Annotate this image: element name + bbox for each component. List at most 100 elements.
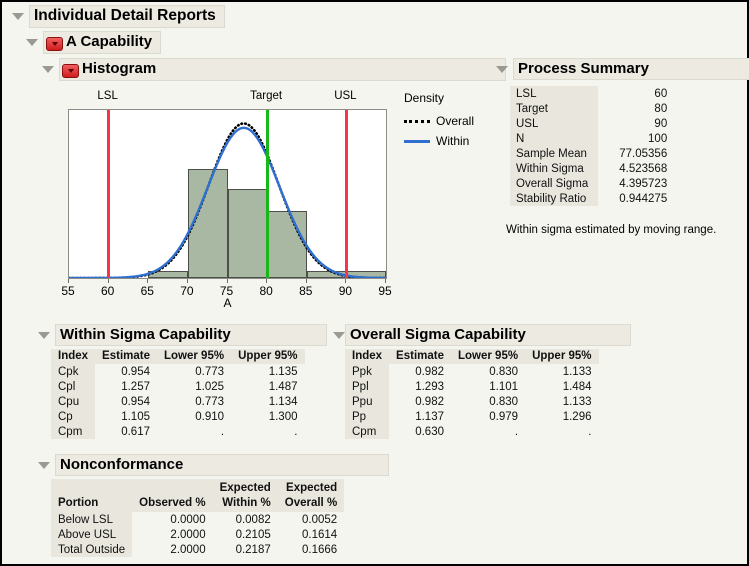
disclosure-triangle-icon[interactable]	[38, 331, 50, 339]
page-title: Individual Detail Reports	[29, 5, 225, 28]
index-cell: Ppk	[345, 364, 390, 380]
reference-line-target	[265, 110, 269, 278]
reference-label-lsl: LSL	[97, 90, 118, 102]
section-a-capability[interactable]: A Capability	[26, 31, 162, 54]
legend-label-overall: Overall	[436, 114, 475, 128]
axis-tick	[226, 279, 228, 283]
axis-tick	[107, 279, 109, 283]
process-summary-label-cell: Overall Sigma	[510, 176, 599, 191]
disclosure-triangle-icon[interactable]	[38, 461, 50, 469]
red-triangle-menu-icon[interactable]	[62, 64, 79, 78]
table-row: Pp 1.137 0.979 1.296	[345, 409, 599, 425]
process-summary-label-cell: N	[510, 131, 599, 146]
process-summary-label-cell: LSL	[510, 86, 599, 101]
value-cell: 0.830	[489, 365, 519, 378]
value-cell: 0.2105	[235, 528, 271, 541]
histogram-chart: LSL Target USL 55 60 65 70 75 80 85 90 95 A	[52, 86, 397, 310]
value-cell: 1.025	[195, 380, 225, 393]
process-summary-label: Process Summary	[513, 58, 749, 81]
value-cell: 0.2187	[235, 543, 271, 556]
index-cell: Cp	[51, 409, 96, 425]
value-cell: 0.982	[415, 395, 444, 408]
column-header: Within %	[212, 496, 278, 513]
value-cell: 0.773	[195, 365, 225, 378]
value-cell: 0.954	[121, 365, 150, 378]
index-cell: Cpm	[51, 424, 96, 440]
value-cell: 0.773	[195, 395, 225, 408]
nonconformance-title-row[interactable]: Nonconformance	[38, 454, 389, 477]
process-summary-label-cell: USL	[510, 116, 599, 131]
disclosure-triangle-icon[interactable]	[26, 39, 38, 46]
a-capability-label: A Capability	[66, 33, 153, 50]
column-header: Estimate	[389, 349, 451, 365]
section-process-summary[interactable]: Process Summary	[496, 58, 749, 81]
process-summary-value-cell: 4.523568	[619, 162, 668, 175]
value-cell: 1.257	[121, 380, 150, 393]
column-header: Index	[51, 349, 96, 365]
jmp-report-window: Individual Detail Reports A Capability H…	[0, 0, 749, 566]
process-summary-value-cell: 4.395723	[619, 177, 668, 190]
process-summary-value-cell: 80	[654, 102, 668, 115]
reference-label-target: Target	[250, 90, 283, 102]
table-row: N 100	[510, 131, 671, 146]
value-cell: 1.101	[489, 380, 519, 393]
value-cell: 0.0052	[301, 513, 338, 526]
axis-tick	[345, 279, 347, 283]
value-cell: 0.1666	[301, 543, 338, 556]
column-header: Overall %	[277, 496, 345, 513]
chart-legend: Density Overall Within	[404, 88, 474, 151]
histogram-title-bar: Histogram	[59, 58, 506, 81]
table-row: LSL 60	[510, 86, 671, 101]
section-within-sigma-capability: Within Sigma Capability Index Estimate Low…	[38, 324, 350, 440]
column-header: Upper 95%	[525, 349, 599, 365]
column-header: Observed %	[132, 496, 213, 513]
column-header: Expected	[212, 479, 278, 497]
disclosure-triangle-icon[interactable]	[496, 65, 508, 73]
value-cell: 0.982	[415, 365, 444, 378]
density-curve-within	[69, 126, 386, 278]
disclosure-triangle-icon[interactable]	[42, 66, 54, 73]
axis-tick	[305, 279, 307, 283]
process-summary-label-cell: Target	[510, 101, 599, 116]
x-axis-label: A	[223, 296, 232, 310]
column-header: Upper 95%	[231, 349, 305, 365]
table-row: Cpk 0.954 0.773 1.135	[51, 364, 305, 380]
index-cell: Cpl	[51, 379, 96, 395]
disclosure-triangle-icon[interactable]	[12, 12, 24, 20]
value-cell: 1.293	[415, 380, 444, 393]
table-row: USL 90	[510, 116, 671, 131]
value-cell: 1.296	[562, 410, 592, 423]
within-sigma-title: Within Sigma Capability	[55, 324, 327, 347]
section-individual-detail-reports[interactable]: Individual Detail Reports	[12, 5, 225, 28]
portion-cell: Below LSL	[51, 512, 133, 528]
column-header: Lower 95%	[156, 349, 232, 365]
density-curves	[69, 122, 386, 278]
portion-cell: Total Outside	[51, 542, 133, 558]
value-cell: 1.105	[121, 410, 150, 423]
overall-sigma-title-row[interactable]: Overall Sigma Capability	[332, 324, 631, 347]
process-summary-label-cell: Within Sigma	[510, 161, 599, 176]
value-cell: 0.0000	[170, 513, 206, 526]
axis-tick	[385, 279, 386, 283]
value-cell: 0.954	[121, 395, 150, 408]
value-cell: 1.134	[268, 395, 298, 408]
plot-frame	[68, 109, 387, 279]
column-header: Expected	[277, 479, 345, 497]
table-row: Stability Ratio 0.944275	[510, 191, 671, 206]
red-triangle-menu-icon[interactable]	[46, 37, 63, 51]
value-cell: .	[588, 425, 592, 438]
value-cell: 1.133	[562, 365, 592, 378]
section-histogram[interactable]: Histogram	[42, 58, 506, 81]
table-row: Above USL 2.0000 0.2105 0.1614	[51, 527, 344, 543]
process-summary-table-wrap: LSL 60 Target 80 USL 90 N 100 Sample Mean 77.0535…	[510, 86, 671, 206]
within-sigma-title-row[interactable]: Within Sigma Capability	[38, 324, 350, 347]
reference-line-lsl	[107, 110, 111, 278]
index-cell: Ppl	[345, 379, 390, 395]
table-row: Cpm 0.630..	[345, 424, 599, 440]
table-row: Within Sigma 4.523568	[510, 161, 671, 176]
table-row: Sample Mean 77.05356	[510, 146, 671, 161]
value-cell: 2.0000	[170, 528, 206, 541]
process-summary-label-cell: Stability Ratio	[510, 191, 599, 206]
value-cell: 2.0000	[170, 543, 206, 556]
value-cell: 1.137	[415, 410, 444, 423]
